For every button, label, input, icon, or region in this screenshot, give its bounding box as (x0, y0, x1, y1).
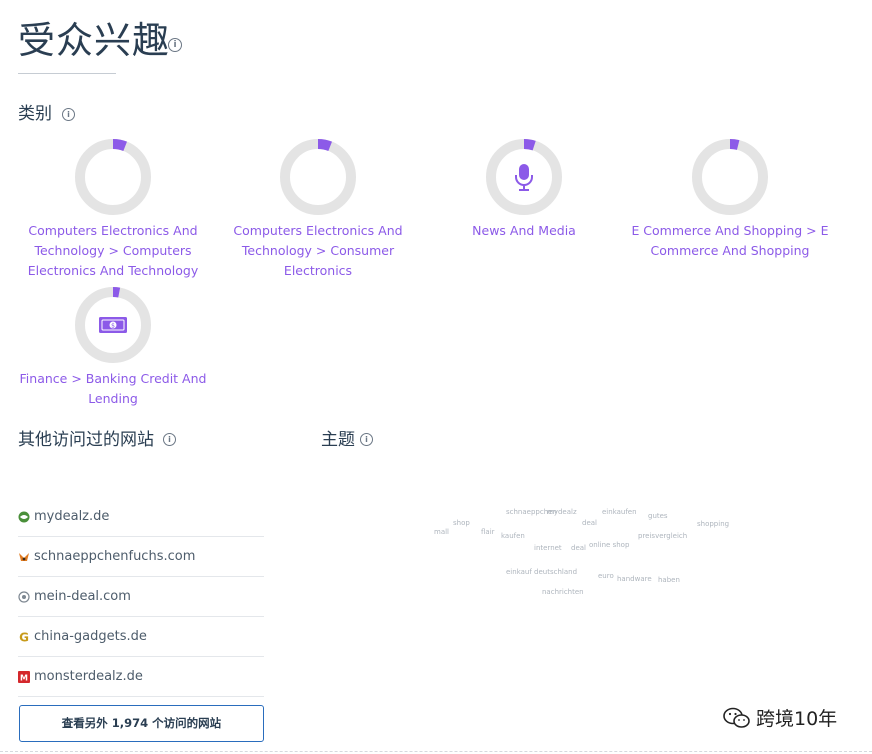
g-favicon: G (19, 631, 29, 643)
microphone-icon (515, 164, 533, 191)
m-favicon: M (18, 670, 30, 683)
svg-text:M: M (20, 673, 28, 682)
other-sites-list: mydealz.de schnaeppchenfuchs.com mein-de… (18, 497, 264, 697)
donut-track (280, 139, 356, 215)
site-item-schnaeppchenfuchs[interactable]: schnaeppchenfuchs.com (18, 537, 264, 577)
category-label[interactable]: Finance > Banking Credit And Lending (10, 369, 216, 409)
page-title: 受众兴趣 (18, 19, 170, 62)
topics-info-icon[interactable]: i (360, 433, 373, 446)
topic-word[interactable]: haben (658, 576, 680, 584)
categories-heading: 类别 (18, 104, 52, 124)
topic-word[interactable]: gutes (648, 512, 668, 520)
category-donut: $ (74, 286, 152, 364)
topic-word[interactable]: online shop (589, 541, 629, 549)
category-label[interactable]: Computers Electronics And Technology > C… (10, 221, 216, 281)
wechat-icon (723, 707, 750, 728)
title-divider (18, 73, 116, 74)
site-name[interactable]: china-gadgets.de (34, 629, 147, 644)
topic-word[interactable]: deal (571, 544, 586, 552)
topic-word[interactable]: shopping (697, 520, 729, 528)
category-item-2[interactable]: News And Media (421, 138, 627, 241)
topic-word[interactable]: flair (481, 528, 495, 536)
site-item-mydealz[interactable]: mydealz.de (18, 497, 264, 537)
svg-text:$: $ (111, 323, 115, 330)
category-item-4[interactable]: $ Finance > Banking Credit And Lending (10, 286, 216, 409)
categories-info-icon[interactable]: i (62, 108, 75, 121)
topic-word[interactable]: nachrichten (542, 588, 584, 596)
site-name[interactable]: mydealz.de (34, 509, 109, 524)
site-name[interactable]: monsterdealz.de (34, 669, 143, 684)
site-name[interactable]: mein-deal.com (34, 589, 131, 604)
category-item-0[interactable]: Computers Electronics And Technology > C… (10, 138, 216, 281)
site-name[interactable]: schnaeppchenfuchs.com (34, 549, 195, 564)
topic-word[interactable]: internet (534, 544, 562, 552)
topic-word[interactable]: kaufen (501, 532, 525, 540)
site-item-china-gadgets[interactable]: G china-gadgets.de (18, 617, 264, 657)
banknote-icon: $ (99, 317, 127, 333)
donut-track (75, 139, 151, 215)
topic-word[interactable]: handware (617, 575, 652, 583)
watermark-text: 跨境10年 (756, 708, 838, 730)
topic-word[interactable]: shop (453, 519, 470, 527)
wechat-watermark: 跨境10年 (722, 704, 837, 731)
donut-track (692, 139, 768, 215)
category-label[interactable]: Computers Electronics And Technology > C… (215, 221, 421, 281)
other-sites-heading: 其他访问过的网站 (18, 430, 154, 450)
topic-word[interactable]: preisvergleich (638, 532, 687, 540)
topic-word[interactable]: einkaufen (602, 508, 637, 516)
category-label[interactable]: E Commerce And Shopping > E Commerce And… (627, 221, 833, 261)
category-item-1[interactable]: Computers Electronics And Technology > C… (215, 138, 421, 281)
mydealz-favicon (18, 511, 30, 522)
category-donut (691, 138, 769, 216)
topics-heading: 主题 (321, 430, 355, 450)
site-item-mein-deal[interactable]: mein-deal.com (18, 577, 264, 617)
mein-deal-favicon (18, 590, 30, 603)
info-icon[interactable]: i (168, 38, 182, 52)
category-donut (74, 138, 152, 216)
svg-text:G: G (19, 631, 29, 643)
topic-word[interactable]: mydealz (547, 508, 577, 516)
category-item-3[interactable]: E Commerce And Shopping > E Commerce And… (627, 138, 833, 261)
bottom-divider (0, 751, 872, 752)
topic-word[interactable]: mall (434, 528, 449, 536)
see-more-sites-button[interactable]: 查看另外 1,974 个访问的网站 (19, 705, 264, 742)
other-sites-info-icon[interactable]: i (163, 433, 176, 446)
fox-favicon (19, 552, 29, 561)
category-donut (485, 138, 563, 216)
site-item-monsterdealz[interactable]: M monsterdealz.de (18, 657, 264, 697)
topic-word[interactable]: deal (582, 519, 597, 527)
category-label[interactable]: News And Media (421, 221, 627, 241)
topic-word[interactable]: einkauf deutschland (506, 568, 577, 576)
category-donut (279, 138, 357, 216)
topic-word[interactable]: euro (598, 572, 614, 580)
